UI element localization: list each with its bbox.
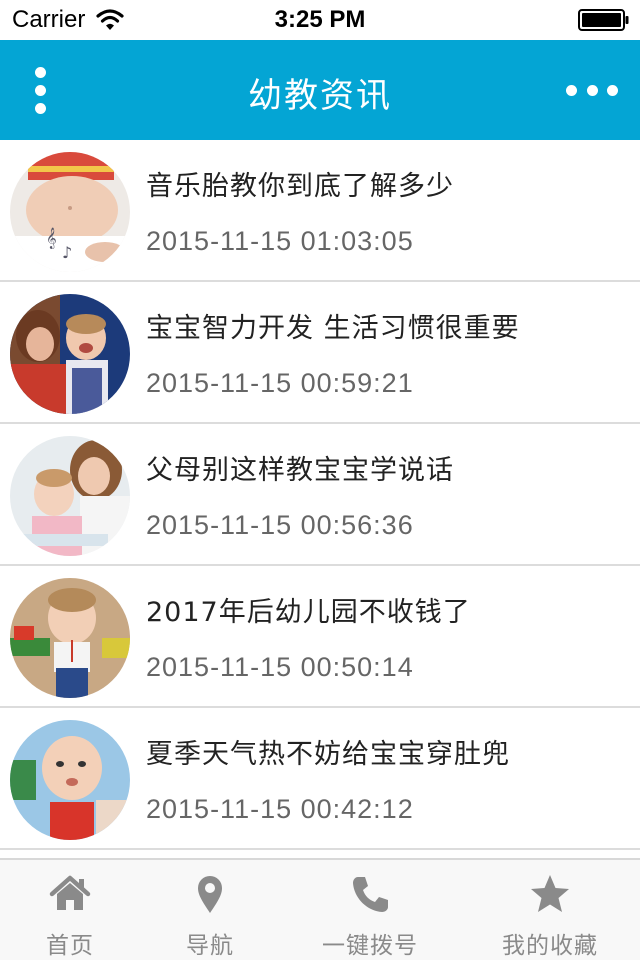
tab-label: 一键拨号 — [322, 933, 418, 959]
nav-bar: 幼教资讯 — [0, 40, 640, 140]
news-title: 宝宝智力开发 生活习惯很重要 — [146, 313, 520, 344]
list-item[interactable]: 父母别这样教宝宝学说话 2015-11-15 00:56:36 — [0, 424, 640, 566]
home-icon — [48, 872, 92, 916]
list-item[interactable]: 夏季天气热不妨给宝宝穿肚兜 2015-11-15 00:42:12 — [0, 708, 640, 850]
news-title: 父母别这样教宝宝学说话 — [146, 455, 454, 486]
mother-baby-photo — [10, 294, 130, 414]
news-date: 2015-11-15 01:03:05 — [146, 226, 414, 256]
tab-bar: 首页 导航 一键拨号 我的收藏 — [0, 858, 640, 960]
clock: 3:25 PM — [274, 6, 366, 33]
page-title: 幼教资讯 — [248, 76, 392, 116]
status-bar: Carrier 3:25 PM — [0, 0, 640, 40]
news-date: 2015-11-15 00:59:21 — [146, 368, 414, 398]
mother-reading-baby-photo — [10, 436, 130, 556]
phone-icon — [348, 872, 392, 916]
svg-text:𝄞: 𝄞 — [46, 228, 57, 249]
list-item[interactable]: 2017年后幼儿园不收钱了 2015-11-15 00:50:14 — [0, 566, 640, 708]
tab-navigation[interactable]: 导航 — [140, 860, 280, 960]
news-title: 音乐胎教你到底了解多少 — [146, 171, 454, 202]
app-screen: Carrier 3:25 PM 幼教资讯 𝄞 ♪ 音乐胎教你到底了解多少 201… — [0, 0, 640, 960]
tab-label: 我的收藏 — [502, 933, 598, 959]
map-pin-icon — [188, 872, 232, 916]
baby-bib-photo — [10, 720, 130, 840]
star-icon — [528, 872, 572, 916]
pregnant-belly-photo: 𝄞 ♪ — [10, 152, 130, 272]
list-item[interactable]: 𝄞 ♪ 音乐胎教你到底了解多少 2015-11-15 01:03:05 — [0, 140, 640, 282]
news-date: 2015-11-15 00:56:36 — [146, 510, 414, 540]
list-item[interactable]: 宝宝智力开发 生活习惯很重要 2015-11-15 00:59:21 — [0, 282, 640, 424]
svg-text:♪: ♪ — [62, 243, 72, 262]
toddler-toys-photo — [10, 578, 130, 698]
news-date: 2015-11-15 00:50:14 — [146, 652, 414, 682]
tab-dial[interactable]: 一键拨号 — [280, 860, 460, 960]
tab-home[interactable]: 首页 — [0, 860, 140, 960]
news-list: 𝄞 ♪ 音乐胎教你到底了解多少 2015-11-15 01:03:05 宝宝智力… — [0, 140, 640, 856]
tab-label: 首页 — [46, 933, 94, 959]
tab-favorites[interactable]: 我的收藏 — [460, 860, 640, 960]
news-date: 2015-11-15 00:42:12 — [146, 794, 414, 824]
more-horizontal-icon[interactable] — [566, 68, 618, 112]
news-title: 夏季天气热不妨给宝宝穿肚兜 — [146, 739, 510, 770]
battery-icon — [578, 9, 629, 31]
tab-label: 导航 — [186, 933, 234, 959]
news-title: 2017年后幼儿园不收钱了 — [146, 597, 471, 628]
